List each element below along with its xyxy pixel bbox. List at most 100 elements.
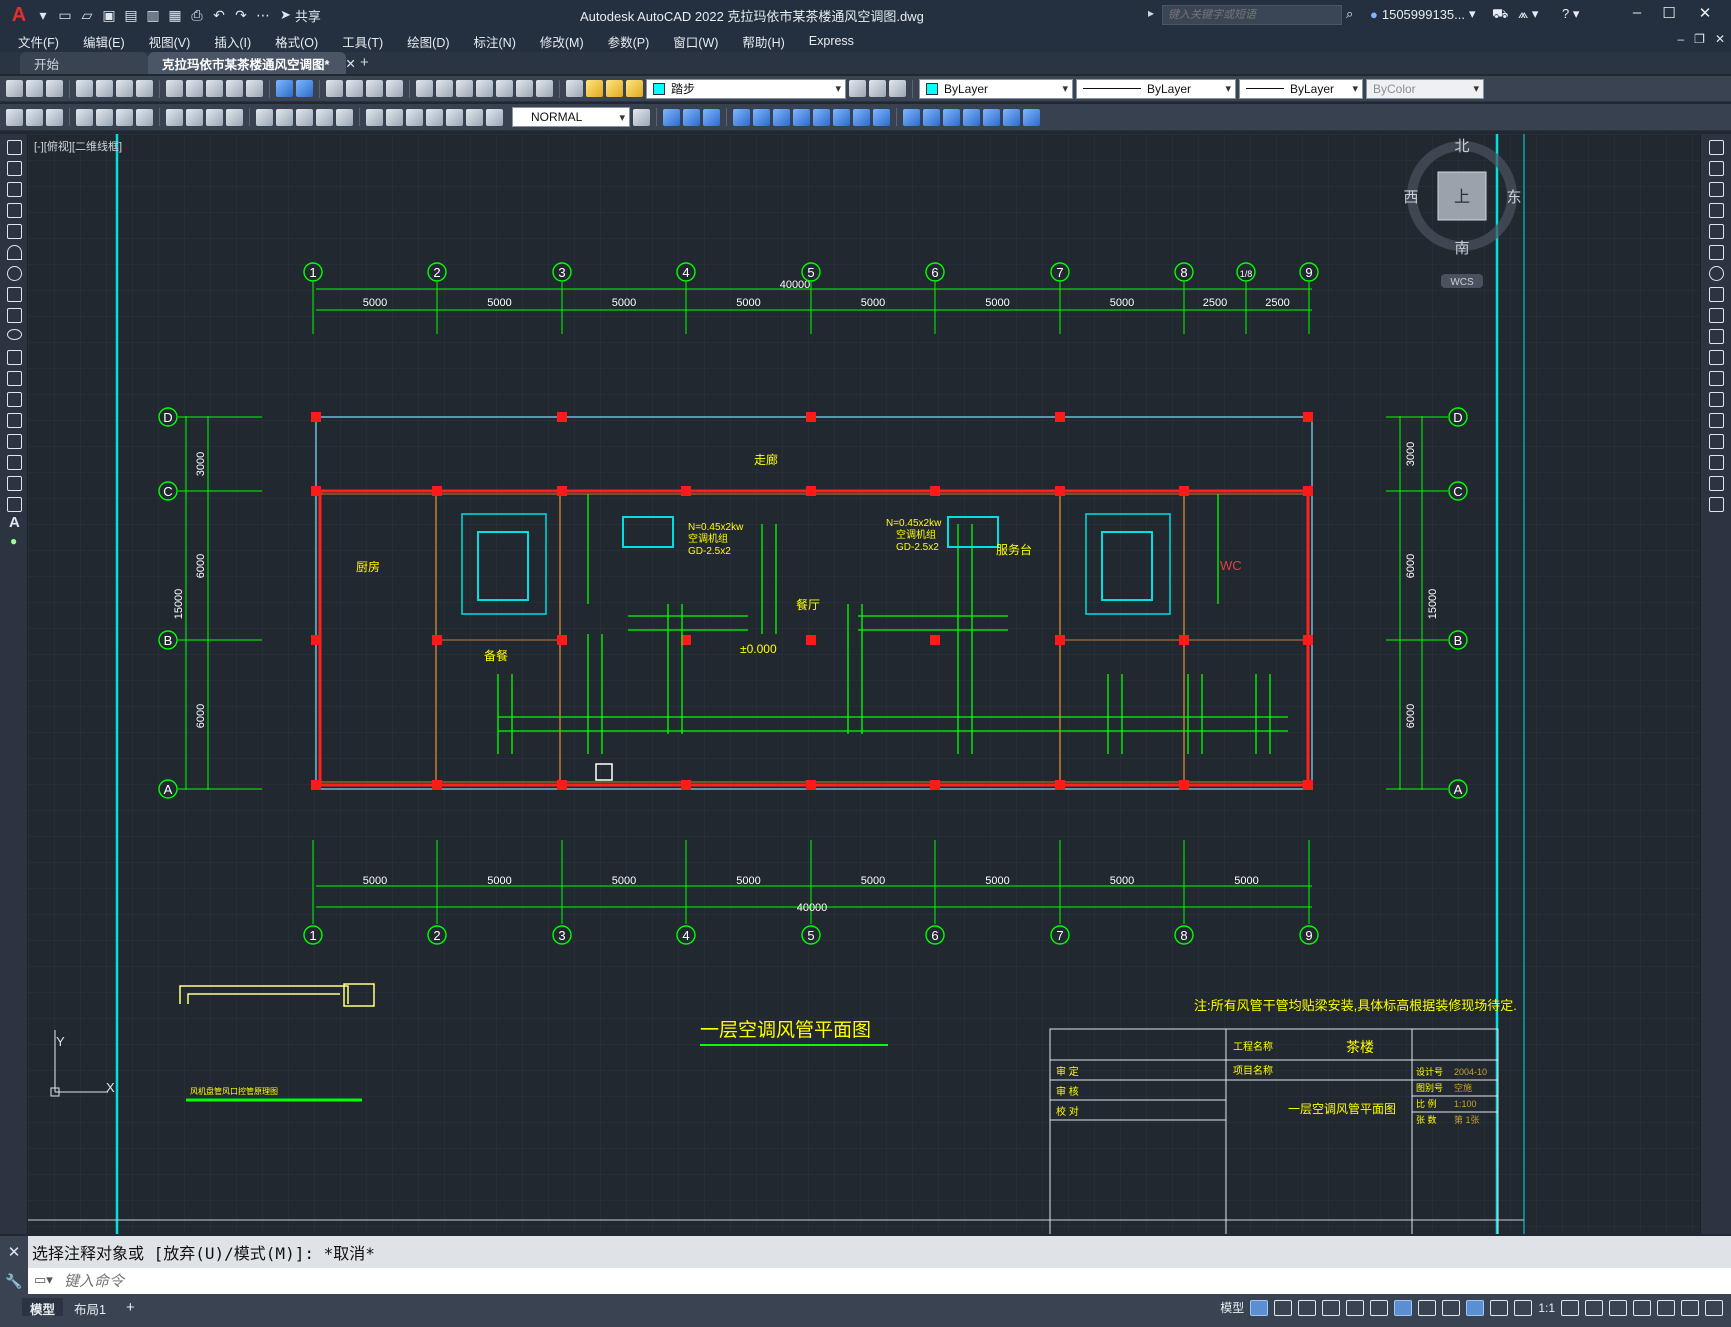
insert-block-icon[interactable] (7, 371, 22, 386)
tab-model[interactable]: 模型 (22, 1298, 64, 1317)
tab-active-drawing[interactable]: 克拉玛依市某茶楼通风空调图* ✕ (148, 52, 356, 74)
command-history-icon[interactable]: ▭▾ (34, 1272, 53, 1288)
dimstyle-dropdown[interactable]: NORMAL (512, 107, 630, 127)
array-icon[interactable] (1709, 224, 1724, 239)
dim-edit-icon[interactable] (446, 108, 463, 126)
scale-icon[interactable] (1709, 287, 1724, 302)
polygon-icon[interactable] (7, 203, 22, 218)
lineweight-icon[interactable] (1418, 1299, 1437, 1316)
customize-icon[interactable] (1705, 1299, 1723, 1316)
table-icon[interactable] (7, 497, 22, 512)
mirror-icon[interactable] (683, 108, 700, 126)
extend-icon[interactable] (1709, 350, 1724, 365)
isometric-icon[interactable] (1346, 1299, 1365, 1316)
snap-icon[interactable] (1274, 1299, 1293, 1316)
new-file-icon[interactable]: ▭ (54, 4, 76, 26)
viewport-controls[interactable]: [-][俯视][二维线框] (34, 138, 122, 154)
offset-icon[interactable] (1709, 203, 1724, 218)
settings-icon[interactable] (1561, 1299, 1579, 1316)
menu-parametric[interactable]: 参数(P) (608, 32, 650, 51)
linear-dim-icon[interactable] (76, 108, 93, 126)
dim-text-edit-icon[interactable] (466, 108, 483, 126)
menu-dimension[interactable]: 标注(N) (474, 32, 516, 51)
layer-lock-icon[interactable] (626, 80, 643, 97)
dim-update-icon[interactable] (486, 108, 503, 126)
add-selected-icon[interactable]: ● (10, 534, 17, 548)
minimize-button[interactable]: – (1622, 4, 1652, 26)
stretch-icon[interactable] (1709, 308, 1724, 323)
menu-file[interactable]: 文件(F) (18, 32, 59, 51)
line-icon[interactable] (7, 140, 22, 155)
jogged-icon[interactable] (186, 108, 203, 126)
3dprint-icon[interactable] (136, 80, 153, 97)
autocad-logo[interactable]: A (6, 2, 32, 28)
doc-minimize-button[interactable]: – (1677, 32, 1684, 46)
help-icon[interactable] (536, 80, 553, 97)
redo-icon[interactable]: ↷ (230, 4, 252, 26)
trim-icon[interactable] (813, 108, 830, 126)
quick-properties-icon[interactable] (1633, 1299, 1651, 1316)
open-icon[interactable] (26, 80, 43, 97)
dim-override-icon[interactable] (633, 108, 650, 126)
chevron-right-icon[interactable]: ▸ (1148, 6, 1154, 20)
move-icon[interactable] (733, 108, 750, 126)
help-icon[interactable]: ? ▾ (1562, 6, 1579, 22)
menu-view[interactable]: 视图(V) (149, 32, 191, 51)
array-icon[interactable] (963, 108, 980, 126)
match-properties-icon[interactable] (226, 80, 243, 97)
move-icon[interactable] (1709, 245, 1724, 260)
erase-icon[interactable] (1709, 140, 1724, 155)
multiline-text-icon[interactable]: A (9, 514, 20, 531)
user-account[interactable]: ● 1505999135... ▾ (1370, 6, 1476, 22)
hatch-icon[interactable] (7, 434, 22, 449)
layer-states-icon[interactable] (889, 80, 906, 97)
share-button[interactable]: ➤ 共享 (280, 6, 321, 25)
plot-icon[interactable] (76, 80, 93, 97)
zoom-previous-icon[interactable] (386, 80, 403, 97)
erase-icon[interactable] (983, 108, 1000, 126)
cart-icon[interactable]: ⛟ (1492, 6, 1508, 24)
viewcube-face[interactable]: 上 (1454, 188, 1470, 206)
text-style-icon[interactable] (26, 108, 43, 126)
make-block-icon[interactable] (7, 392, 22, 407)
inspection-icon[interactable] (406, 108, 423, 126)
arc-icon[interactable] (7, 245, 22, 260)
open-file-icon[interactable]: ▱ (76, 4, 98, 26)
construction-line-icon[interactable] (7, 161, 22, 176)
tolerance-icon[interactable] (366, 108, 383, 126)
extend-icon[interactable] (833, 108, 850, 126)
paste-icon[interactable] (206, 80, 223, 97)
viewcube-east[interactable]: 东 (1506, 189, 1521, 206)
undo-icon[interactable]: ↶ (208, 4, 230, 26)
offset-icon[interactable] (703, 108, 720, 126)
jogged-linear-icon[interactable] (426, 108, 443, 126)
wcs-menu[interactable]: WCS (1450, 277, 1474, 288)
search-icon[interactable]: ⌕ (1346, 6, 1353, 22)
break-icon[interactable] (853, 108, 870, 126)
add-layout-button[interactable]: + (118, 1298, 143, 1316)
search-input[interactable] (1162, 5, 1342, 25)
pan-icon[interactable] (326, 80, 343, 97)
layer-dropdown[interactable]: 踏步 (646, 78, 846, 99)
tab-start[interactable]: 开始 (20, 52, 148, 74)
arc-length-icon[interactable] (116, 108, 133, 126)
close-icon[interactable]: ✕ (0, 1236, 28, 1268)
menu-format[interactable]: 格式(O) (275, 32, 318, 51)
spline-icon[interactable] (7, 308, 22, 323)
ellipse-arc-icon[interactable] (7, 350, 22, 365)
block-editor-icon[interactable] (246, 80, 263, 97)
break-icon[interactable] (1709, 392, 1724, 407)
doc-restore-button[interactable]: ❐ (1694, 32, 1705, 46)
polar-icon[interactable] (1322, 1299, 1341, 1316)
wrench-icon[interactable]: 🔧 (0, 1268, 28, 1294)
circle-icon[interactable] (7, 266, 22, 281)
blend-curves-icon[interactable] (1709, 476, 1724, 491)
plot-preview-icon[interactable] (96, 80, 113, 97)
layer-sun-icon[interactable] (606, 80, 623, 97)
angular-icon[interactable] (226, 108, 243, 126)
radius-icon[interactable] (166, 108, 183, 126)
layer-bulb-icon[interactable] (586, 80, 603, 97)
zoom-window-icon[interactable] (366, 80, 383, 97)
gradient-icon[interactable] (7, 455, 22, 470)
transparency-icon[interactable] (1442, 1299, 1461, 1316)
